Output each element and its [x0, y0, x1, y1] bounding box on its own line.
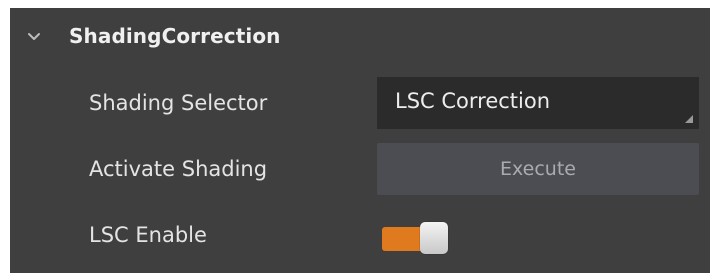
property-panel: ShadingCorrection Shading Selector LSC C… [10, 8, 710, 273]
toggle-knob[interactable] [420, 222, 448, 254]
shading-selector-dropdown[interactable]: LSC Correction [377, 77, 699, 129]
execute-button[interactable]: Execute [377, 143, 699, 195]
lsc-enable-label: LSC Enable [89, 223, 207, 247]
section-header-shading-correction[interactable]: ShadingCorrection [10, 8, 710, 70]
shading-selector-label: Shading Selector [89, 91, 268, 115]
dropdown-corner-icon [685, 115, 693, 123]
chevron-down-icon[interactable] [26, 29, 42, 45]
activate-shading-label: Activate Shading [89, 157, 268, 181]
lsc-enable-toggle[interactable] [382, 221, 450, 255]
shading-selector-value: LSC Correction [395, 89, 551, 113]
section-title: ShadingCorrection [69, 24, 281, 48]
